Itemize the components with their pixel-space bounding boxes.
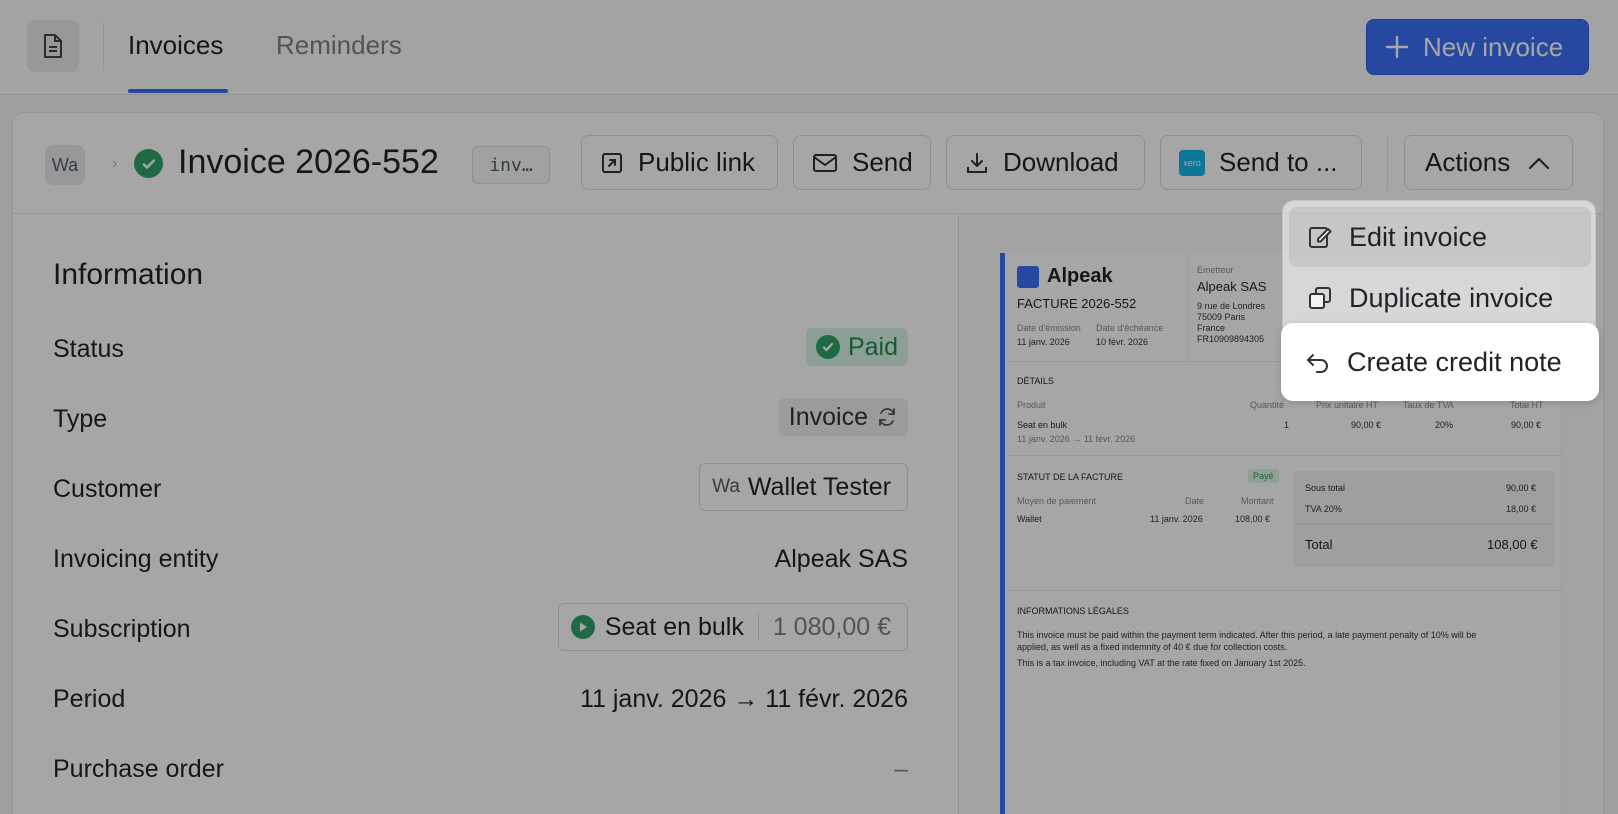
edit-icon: [1309, 227, 1332, 248]
create-credit-note-label: Create credit note: [1347, 346, 1562, 377]
duplicate-invoice-label: Duplicate invoice: [1349, 282, 1554, 313]
menu-item-duplicate-invoice[interactable]: Duplicate invoice: [1289, 268, 1591, 328]
edit-invoice-label: Edit invoice: [1349, 221, 1488, 252]
menu-item-edit-invoice[interactable]: Edit invoice: [1289, 207, 1591, 267]
undo-arrow-icon: [1307, 354, 1328, 373]
menu-item-create-credit-note[interactable]: Create credit note: [1281, 323, 1599, 401]
dim-overlay: [0, 0, 1618, 814]
duplicate-icon: [1309, 287, 1331, 309]
actions-dropdown-menu: Edit invoice Duplicate invoice Create cr…: [1281, 200, 1599, 401]
